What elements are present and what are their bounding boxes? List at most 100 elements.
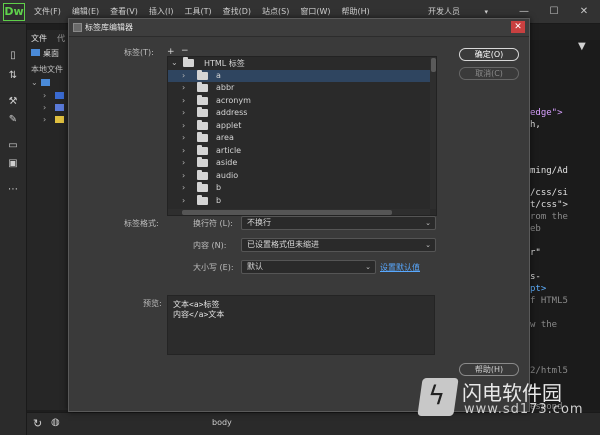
folder-icon bbox=[197, 194, 208, 205]
tag-tree[interactable]: ⌄ HTML 标签 › a › abbr › acronym › address › applet › a… bbox=[167, 56, 437, 216]
chevron-right-icon[interactable]: › bbox=[43, 103, 46, 112]
folder-icon bbox=[197, 169, 208, 180]
computer-icon bbox=[41, 79, 50, 86]
preview-label: 预览: bbox=[143, 299, 162, 308]
menu-file[interactable]: 文件(F) bbox=[34, 0, 61, 24]
scroll-thumb[interactable] bbox=[182, 210, 392, 215]
tab-code[interactable]: 代 bbox=[57, 33, 65, 44]
chevron-down-icon[interactable]: ⌄ bbox=[171, 58, 178, 67]
filter-icon[interactable]: ▼ bbox=[578, 41, 590, 53]
chevron-right-icon[interactable]: › bbox=[182, 133, 185, 142]
chevron-right-icon[interactable]: › bbox=[182, 158, 185, 167]
workspace-label: 开发人员 bbox=[428, 7, 460, 16]
code-line: edge"> bbox=[530, 108, 563, 118]
case-label: 大小写 (E): bbox=[193, 263, 234, 272]
dialog-title: 标签库编辑器 bbox=[85, 23, 133, 32]
linebreak-label: 换行符 (L): bbox=[193, 219, 233, 228]
tree-item-label: applet bbox=[216, 120, 242, 130]
chevron-right-icon[interactable]: › bbox=[43, 115, 46, 124]
tag-library-editor-dialog: 标签库编辑器 ✕ 标签(T): + − ⌄ HTML 标签 › a › abbr › acro… bbox=[68, 18, 530, 412]
set-default-link[interactable]: 设置默认值 bbox=[380, 262, 420, 273]
wrench-icon[interactable]: ⚒ bbox=[5, 94, 21, 110]
code-line: f HTML5 bbox=[530, 296, 568, 306]
chevron-right-icon[interactable]: › bbox=[182, 96, 185, 105]
chevron-right-icon[interactable]: › bbox=[182, 183, 185, 192]
tab-files[interactable]: 文件 bbox=[31, 33, 47, 44]
chevron-down-icon: ⌄ bbox=[425, 219, 431, 227]
sort-icon[interactable]: ⇅ bbox=[5, 68, 21, 84]
tag-format-label: 标签格式: bbox=[124, 219, 159, 228]
tree-root-html-tags[interactable]: ⌄ HTML 标签 bbox=[168, 57, 430, 70]
tree-item[interactable]: › b bbox=[168, 182, 430, 195]
left-toolbar: ▯ ⇅ ⚒ ✎ ▭ ▣ ⋯ bbox=[0, 24, 27, 435]
dialog-titlebar: 标签库编辑器 ✕ bbox=[69, 19, 529, 37]
tree-item[interactable]: › a bbox=[168, 69, 430, 82]
tree-item[interactable]: › applet bbox=[168, 119, 430, 133]
more-icon[interactable]: ⋯ bbox=[5, 182, 21, 198]
tree-item-label: audio bbox=[216, 170, 239, 180]
chevron-right-icon[interactable]: › bbox=[182, 146, 185, 155]
close-window-button[interactable]: ✕ bbox=[570, 0, 598, 24]
tree-item-label: area bbox=[216, 133, 234, 142]
tree-item[interactable]: › area bbox=[168, 132, 430, 145]
tree-item[interactable]: › abbr bbox=[168, 82, 430, 95]
chevron-right-icon[interactable]: › bbox=[182, 83, 185, 92]
chevron-right-icon[interactable]: › bbox=[182, 121, 185, 130]
tree-item[interactable]: › address bbox=[168, 107, 430, 120]
tree-item[interactable]: › article bbox=[168, 144, 430, 158]
linebreak-value: 不换行 bbox=[247, 218, 271, 227]
folder-icon bbox=[197, 107, 208, 117]
chevron-right-icon[interactable]: › bbox=[182, 71, 185, 80]
tree-item-label: abbr bbox=[216, 83, 235, 92]
desktop-label[interactable]: 桌面 bbox=[43, 48, 59, 59]
globe-icon[interactable]: ◍ bbox=[51, 417, 60, 428]
network-icon bbox=[55, 104, 64, 111]
chevron-down-icon: ▾ bbox=[484, 8, 488, 16]
dreamweaver-logo: Dw bbox=[3, 3, 25, 21]
folder-icon bbox=[197, 157, 208, 167]
chevron-right-icon[interactable]: › bbox=[182, 196, 185, 205]
workspace-switcher[interactable]: 开发人员 ▾ bbox=[428, 5, 490, 19]
chevron-right-icon[interactable]: › bbox=[43, 91, 46, 100]
content-select[interactable]: 已设置格式但未缩进 ⌄ bbox=[241, 238, 436, 252]
code-line: s- bbox=[530, 272, 541, 282]
refresh-icon[interactable]: ↻ bbox=[33, 417, 42, 430]
case-select[interactable]: 默认 ⌄ bbox=[241, 260, 376, 274]
folder-icon bbox=[197, 94, 208, 105]
tree-vertical-scrollbar[interactable] bbox=[430, 57, 436, 209]
tree-item-label: address bbox=[216, 108, 248, 117]
tag-selector-body[interactable]: body bbox=[212, 418, 232, 427]
tree-item[interactable]: › aside bbox=[168, 157, 430, 170]
code-line: /css/si bbox=[530, 188, 568, 198]
maximize-button[interactable]: ☐ bbox=[540, 0, 568, 24]
tree-item-label: b bbox=[216, 195, 222, 205]
folder-icon bbox=[197, 82, 208, 92]
brush-icon[interactable]: ✎ bbox=[5, 112, 21, 128]
preview-line: 内容</a>文本 bbox=[173, 310, 225, 319]
tree-horizontal-scrollbar[interactable] bbox=[168, 209, 430, 215]
code-line: t/css"> bbox=[530, 200, 568, 210]
tree-root-label: HTML 标签 bbox=[204, 59, 245, 68]
tree-item-label: article bbox=[216, 145, 242, 155]
dialog-close-button[interactable]: ✕ bbox=[511, 21, 525, 33]
file-icon[interactable]: ▯ bbox=[5, 48, 21, 64]
remove-tag-button[interactable]: − bbox=[181, 46, 189, 56]
ok-button[interactable]: 确定(O) bbox=[459, 48, 519, 61]
monitor-icon bbox=[31, 49, 40, 56]
linebreak-select[interactable]: 不换行 ⌄ bbox=[241, 216, 436, 230]
folder-icon bbox=[197, 182, 208, 192]
comment-icon[interactable]: ▭ bbox=[5, 138, 21, 154]
scroll-thumb[interactable] bbox=[431, 58, 436, 72]
code-editor[interactable]: edge"> h, ming/Ad /css/si t/css"> rom th… bbox=[530, 40, 600, 412]
tree-item[interactable]: › acronym bbox=[168, 94, 430, 108]
files-panel: 文件 代 桌面 本地文件 ⌄ › › › bbox=[27, 30, 72, 410]
chevron-down-icon[interactable]: ⌄ bbox=[31, 78, 38, 87]
cancel-button[interactable]: 取消(C) bbox=[459, 67, 519, 80]
tree-item[interactable]: › audio bbox=[168, 169, 430, 183]
chevron-right-icon[interactable]: › bbox=[182, 171, 185, 180]
chevron-right-icon[interactable]: › bbox=[182, 108, 185, 117]
tree-item-label: a bbox=[216, 70, 221, 80]
folder-icon bbox=[55, 116, 64, 123]
snippet-icon[interactable]: ▣ bbox=[5, 156, 21, 172]
tree-item[interactable]: › b bbox=[168, 194, 430, 208]
